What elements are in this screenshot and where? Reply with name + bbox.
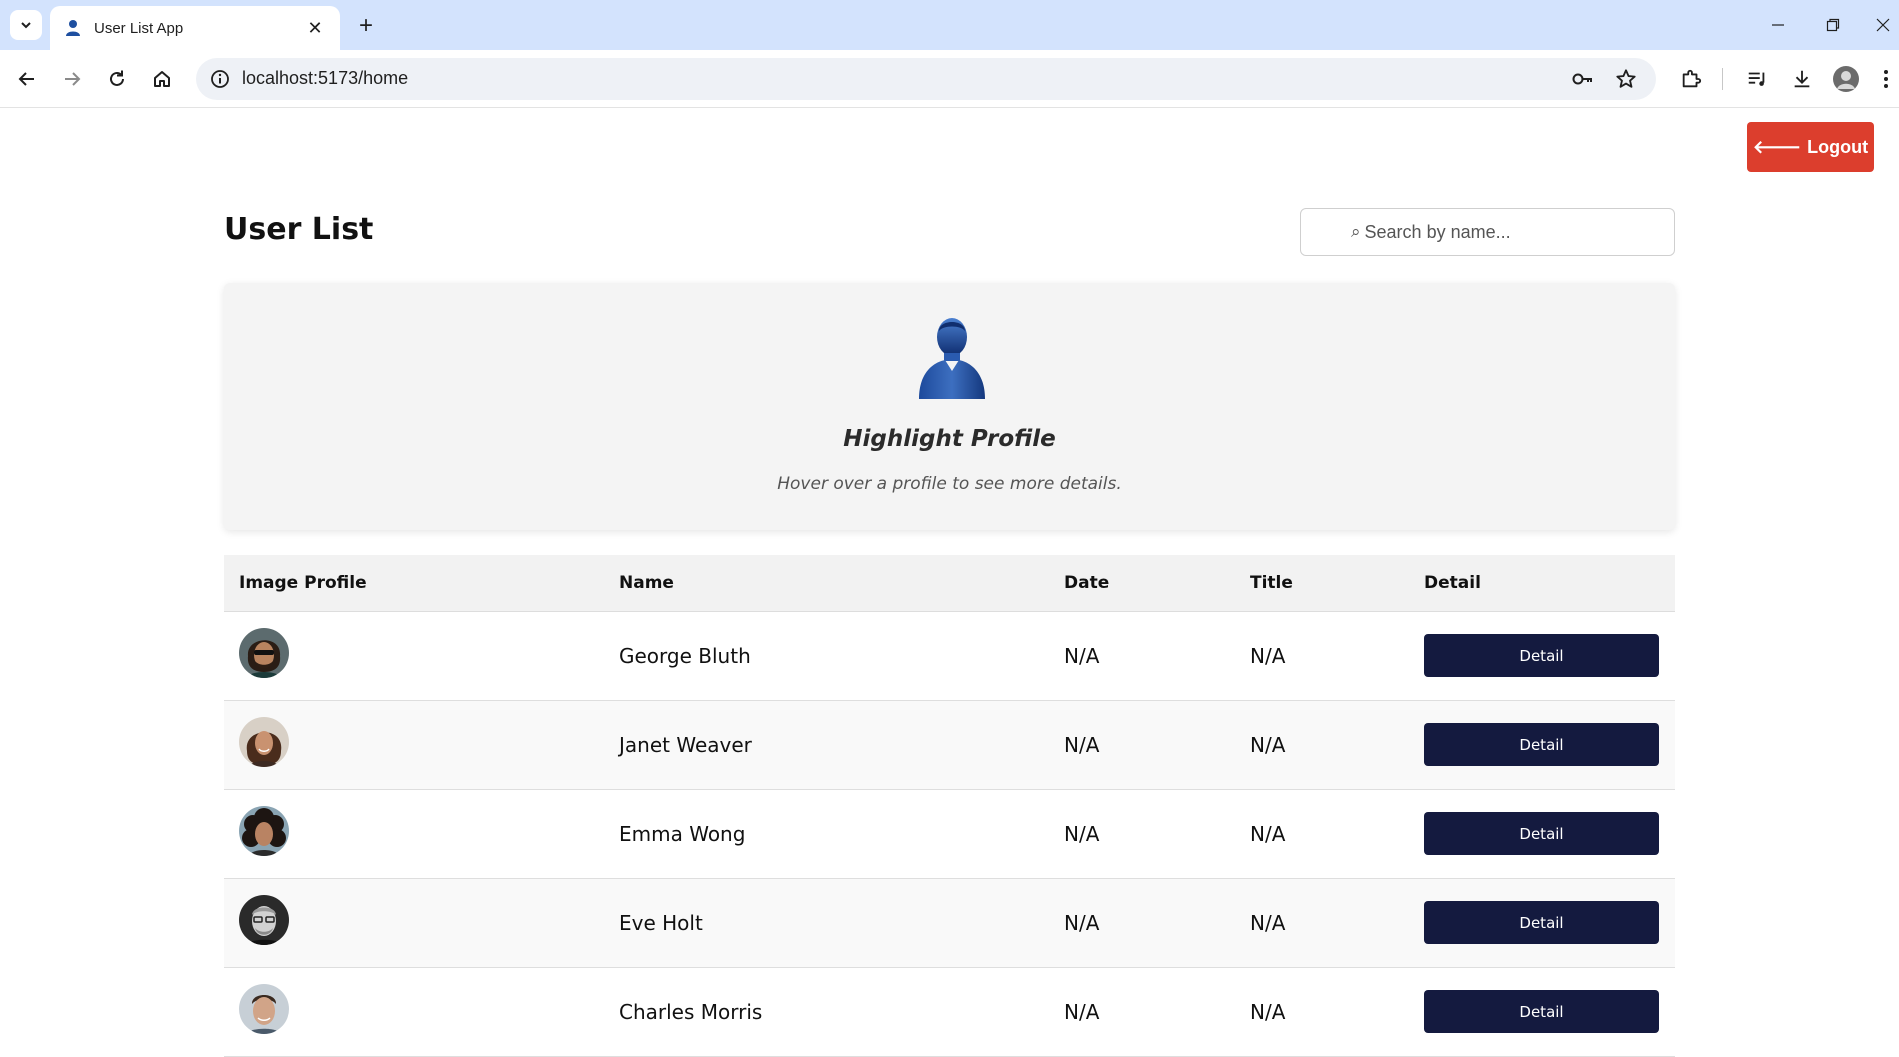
toolbar-divider [1722,68,1723,90]
back-arrow-icon[interactable] [10,62,44,96]
table-row: George Bluth N/A N/A Detail [224,612,1675,701]
column-header-image-profile: Image Profile [239,573,367,593]
user-date: N/A [1064,822,1100,846]
key-icon[interactable] [1570,67,1594,91]
user-name: Janet Weaver [619,733,752,757]
search-input[interactable] [1364,221,1655,243]
avatar [239,806,289,856]
page-title: User List [224,212,374,247]
logout-label: Logout [1807,136,1869,157]
window-close-icon[interactable] [1867,10,1899,40]
column-header-date: Date [1064,573,1110,593]
user-date: N/A [1064,733,1100,757]
detail-button[interactable]: Detail [1424,990,1659,1033]
user-date: N/A [1064,644,1100,668]
url-text: localhost:5173/home [242,68,409,88]
search-icon: ⌕ [1351,222,1361,242]
user-name: Eve Holt [619,911,703,935]
logout-button[interactable]: 🡐 Logout [1747,122,1874,172]
forward-arrow-icon[interactable] [55,62,89,96]
info-icon[interactable] [208,67,232,91]
user-title: N/A [1250,1000,1286,1024]
avatar [239,895,289,945]
media-icon[interactable] [1740,62,1774,96]
plus-icon[interactable]: + [352,12,380,40]
detail-button[interactable]: Detail [1424,901,1659,944]
reload-icon[interactable] [100,62,134,96]
close-icon[interactable]: ✕ [304,17,326,39]
extensions-icon[interactable] [1674,62,1708,96]
user-name: George Bluth [619,644,751,668]
detail-button[interactable]: Detail [1424,812,1659,855]
detail-button[interactable]: Detail [1424,723,1659,766]
search-box[interactable]: ⌕ [1300,208,1675,256]
user-name: Emma Wong [619,822,746,846]
profile-avatar-icon[interactable] [1829,62,1863,96]
table-row: Emma Wong N/A N/A Detail [224,790,1675,879]
star-icon[interactable] [1614,67,1638,91]
table-row: Charles Morris N/A N/A Detail [224,968,1675,1057]
user-title: N/A [1250,822,1286,846]
browser-tab[interactable]: User List App ✕ [50,6,340,50]
table-row: Eve Holt N/A N/A Detail [224,879,1675,968]
arrow-left-icon: 🡐 [1752,136,1802,157]
avatar [239,984,289,1034]
column-header-title: Title [1250,573,1293,593]
highlight-title: Highlight Profile [843,426,1056,452]
user-silhouette-icon [919,318,985,399]
user-title: N/A [1250,644,1286,668]
avatar [239,717,289,767]
column-header-detail: Detail [1424,573,1481,593]
table-row: Janet Weaver N/A N/A Detail [224,701,1675,790]
user-date: N/A [1064,1000,1100,1024]
user-date: N/A [1064,911,1100,935]
tab-title: User List App [94,19,184,37]
detail-button[interactable]: Detail [1424,634,1659,677]
restore-icon[interactable] [1813,10,1853,40]
column-header-name: Name [619,573,674,593]
user-title: N/A [1250,911,1286,935]
download-icon[interactable] [1785,62,1819,96]
browser-tab-bar: User List App ✕ + [0,0,1899,50]
table-header: Image Profile Name Date Title Detail [224,555,1675,612]
minimize-icon[interactable] [1758,10,1798,40]
user-title: N/A [1250,733,1286,757]
highlight-subtitle: Hover over a profile to see more details… [777,474,1122,494]
address-bar[interactable]: localhost:5173/home [196,58,1656,100]
tab-dropdown-icon[interactable] [10,10,42,40]
user-name: Charles Morris [619,1000,763,1024]
highlight-profile-card: Highlight Profile Hover over a profile t… [224,283,1675,530]
home-icon[interactable] [145,62,179,96]
avatar [239,628,289,678]
user-favicon-icon [66,20,80,36]
user-table: Image Profile Name Date Title Detail Geo… [224,555,1675,1057]
more-icon[interactable] [1874,62,1898,96]
browser-toolbar: localhost:5173/home [0,50,1899,108]
